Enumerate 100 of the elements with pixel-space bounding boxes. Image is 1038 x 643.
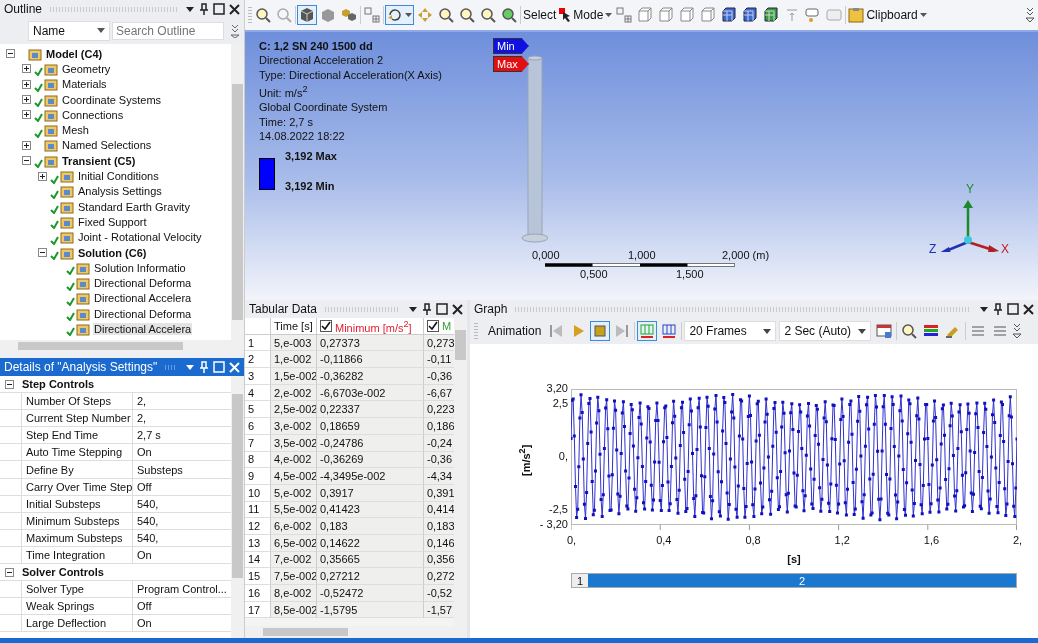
tree-item[interactable]: Directional Deforma	[93, 307, 193, 320]
tree-item[interactable]: Coordinate Systems	[61, 93, 163, 106]
column-header: Time [s]	[274, 319, 313, 332]
tree-item[interactable]: Standard Earth Gravity	[77, 200, 191, 213]
grid-icon[interactable]	[362, 5, 382, 25]
axis-tick-label: 0,	[567, 534, 577, 546]
tree-item[interactable]: Named Selections	[61, 139, 153, 152]
folder-icon	[44, 153, 58, 168]
group-header: Solver Controls	[22, 566, 104, 579]
magnifier-icon[interactable]	[253, 5, 273, 25]
expand-icon[interactable]	[22, 110, 31, 120]
checkbox[interactable]	[427, 319, 439, 332]
maximize-icon[interactable]	[213, 3, 225, 15]
axis-label: X	[1001, 242, 1009, 256]
collapse-icon[interactable]	[22, 156, 31, 166]
collapse-icon[interactable]	[38, 248, 47, 257]
maximize-icon[interactable]	[1007, 303, 1019, 315]
cube-icon[interactable]	[297, 5, 317, 25]
expand-icon[interactable]	[22, 79, 31, 89]
overflow-icon[interactable]	[230, 24, 240, 38]
tree-item[interactable]: Mesh	[61, 124, 90, 137]
scrollbar[interactable]	[231, 376, 244, 638]
property-name: Maximum Substeps	[21, 529, 132, 546]
magnifier-icon[interactable]	[499, 5, 519, 25]
tree-item[interactable]: Geometry	[61, 62, 112, 75]
scrollbar[interactable]	[245, 626, 467, 638]
close-icon[interactable]	[1023, 303, 1034, 315]
result-info: Global Coordinate System	[259, 100, 388, 115]
frames-dropdown[interactable]: 20 Frames	[684, 321, 777, 341]
tree-item[interactable]: Connections	[61, 108, 125, 121]
cursor-icon	[559, 8, 572, 22]
grid-icon[interactable]	[614, 5, 635, 25]
tree-item[interactable]: Transient (C5)	[61, 154, 137, 167]
tree-item[interactable]: Fixed Support	[77, 215, 148, 228]
tree-item[interactable]: Joint - Rotational Velocity	[77, 231, 203, 244]
table-cell: -0,36282	[317, 368, 424, 385]
panel-title: Outline	[4, 2, 43, 16]
caret-icon	[763, 328, 772, 334]
scrollbar[interactable]	[0, 340, 244, 352]
duration-dropdown[interactable]: 2 Sec (Auto)	[779, 321, 872, 341]
tree-item[interactable]: Analysis Settings	[77, 185, 163, 198]
expand-icon[interactable]	[22, 95, 31, 105]
magnifier-icon[interactable]	[436, 5, 456, 25]
tree-item[interactable]: Directional Deforma	[93, 277, 193, 290]
table-cell: 0,18659	[317, 418, 424, 435]
folder-icon	[76, 260, 90, 275]
collapse-icon[interactable]	[5, 567, 14, 577]
scale-label: 0,000	[532, 249, 560, 261]
dropdown-icon[interactable]	[979, 304, 989, 314]
folder-icon	[28, 46, 42, 61]
row-number: 15	[245, 568, 271, 585]
row-number: 12	[245, 518, 271, 535]
mode-menu[interactable]: Mode	[558, 7, 614, 23]
film-icon[interactable]	[874, 321, 895, 341]
animation-label: Animation	[488, 324, 542, 338]
property-name: Number Of Steps	[21, 393, 132, 410]
rotate-icon[interactable]	[385, 5, 414, 25]
tree-item[interactable]: Solution Informatio	[93, 261, 187, 274]
expand-icon[interactable]	[38, 171, 47, 181]
folder-icon	[76, 291, 90, 306]
close-icon[interactable]	[452, 303, 463, 315]
select-button[interactable]: Select	[522, 7, 558, 23]
maximize-icon[interactable]	[436, 303, 448, 315]
clipboard-menu[interactable]: Clipboard	[847, 6, 928, 24]
step-segment[interactable]: 2	[588, 574, 1016, 587]
overflow-icon[interactable]	[1025, 7, 1035, 23]
filter-dropdown[interactable]: Name	[28, 21, 110, 41]
tree-item[interactable]: Solution (C6)	[77, 246, 148, 259]
pin-icon[interactable]	[199, 3, 209, 15]
table-cell: 0,183	[424, 518, 454, 535]
collapse-icon[interactable]	[5, 379, 14, 389]
collapse-icon[interactable]	[6, 49, 15, 59]
tree-item[interactable]: Directional Accelera	[93, 292, 193, 305]
expand-icon[interactable]	[22, 64, 31, 74]
stop-icon[interactable]	[590, 321, 611, 341]
tree-item[interactable]: Materials	[61, 78, 108, 91]
overflow-icon[interactable]	[1012, 323, 1023, 339]
column-header[interactable]: M	[424, 318, 454, 335]
tree-item[interactable]: Initial Conditions	[77, 170, 160, 182]
magnifier-icon[interactable]	[478, 5, 498, 25]
pin-icon[interactable]	[422, 303, 432, 315]
column-header[interactable]: Minimum [m/s$^{2}$]	[317, 318, 424, 335]
tree-item[interactable]: Model (C4)	[45, 47, 104, 60]
dropdown-icon[interactable]	[408, 304, 418, 314]
folder-icon	[60, 214, 74, 229]
checkbox[interactable]	[320, 319, 332, 332]
expand-icon[interactable]	[22, 140, 31, 150]
property-name: Auto Time Stepping	[21, 444, 132, 461]
step-segment[interactable]: 1	[572, 574, 588, 587]
result-info: Directional Acceleration 2	[259, 53, 384, 68]
bar-chart-icon[interactable]	[637, 321, 658, 341]
tree-item[interactable]: Directional Accelera	[93, 323, 193, 335]
scale-label: 0,500	[580, 268, 608, 280]
scrollbar[interactable]	[231, 44, 244, 340]
magnifier-icon[interactable]	[457, 5, 477, 25]
dropdown-icon[interactable]	[185, 4, 195, 14]
folder-icon	[44, 92, 58, 107]
search-field[interactable]: Search Outline	[112, 22, 224, 40]
pin-icon[interactable]	[993, 303, 1003, 315]
close-icon[interactable]	[229, 3, 240, 15]
